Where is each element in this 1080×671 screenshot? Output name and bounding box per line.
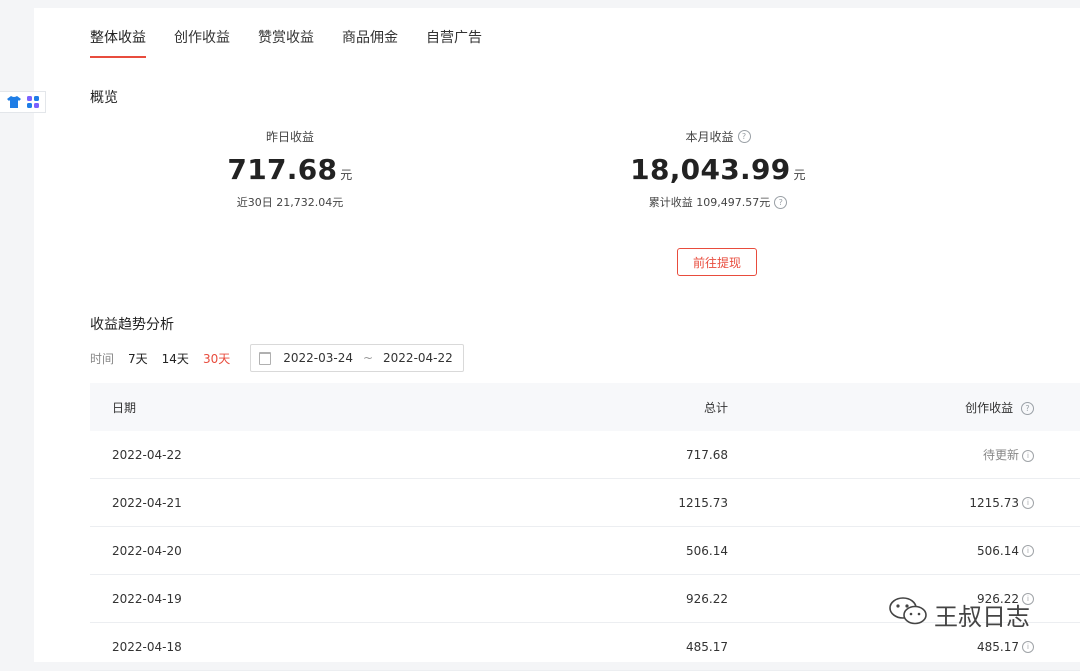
column-header-creation: 创作收益 ? [728, 399, 1034, 416]
month-earnings-card: 本月收益 ? 18,043.99 元 累计收益 109,497.57元 ? [618, 128, 818, 210]
row-total: 717.68 [686, 447, 728, 462]
range-14-days[interactable]: 14天 [162, 350, 189, 367]
apps-grid-icon[interactable] [26, 93, 39, 112]
time-filter: 时间 7天 14天 30天 2022-03-24 ~ 2022-04-22 [90, 344, 465, 372]
row-total: 1215.73 [678, 495, 728, 510]
end-date[interactable]: 2022-04-22 [383, 351, 453, 365]
info-icon[interactable]: i [1022, 497, 1034, 509]
yesterday-earnings-value: 717.68 [227, 153, 338, 186]
row-creation: 506.14 i [728, 544, 1034, 558]
row-creation-value: 1215.73 [969, 495, 1019, 510]
column-header-creation-label: 创作收益 [965, 400, 1014, 415]
cumulative-earnings: 累计收益 109,497.57元 [648, 196, 771, 209]
row-date: 2022-04-20 [112, 543, 182, 558]
row-total: 506.14 [686, 543, 728, 558]
tab-self-ads[interactable]: 自营广告 [426, 28, 482, 58]
table-row: 2022-04-22 717.68 待更新 i [90, 431, 1080, 479]
overview-title: 概览 [90, 90, 118, 106]
date-separator: ~ [362, 351, 374, 365]
row-creation: 待更新 i [728, 446, 1034, 463]
column-header-date: 日期 [112, 400, 137, 415]
time-filter-label: 时间 [90, 351, 115, 366]
start-date[interactable]: 2022-03-24 [283, 351, 353, 365]
help-icon[interactable]: ? [774, 195, 788, 209]
tab-product-commission[interactable]: 商品佣金 [342, 28, 398, 58]
tab-overall-earnings[interactable]: 整体收益 [90, 28, 146, 58]
column-header-total: 总计 [703, 400, 728, 415]
row-creation-value: 506.14 [977, 543, 1019, 558]
table-row: 2022-04-21 1215.73 1215.73 i [90, 479, 1080, 527]
watermark-text: 王叔日志 [934, 602, 1030, 631]
table-header: 日期 总计 创作收益 ? [90, 383, 1080, 431]
row-date: 2022-04-18 [112, 639, 182, 654]
range-30-days[interactable]: 30天 [203, 350, 230, 367]
last-30-days-earnings: 近30日 21,732.04元 [236, 196, 344, 209]
info-icon[interactable]: i [1022, 545, 1034, 557]
help-icon[interactable]: ? [1021, 401, 1034, 415]
tab-bar: 整体收益 创作收益 赞赏收益 商品佣金 自营广告 [90, 28, 510, 58]
tab-creation-earnings[interactable]: 创作收益 [174, 28, 230, 58]
floating-toolbar[interactable] [0, 91, 46, 113]
month-earnings-label: 本月收益 [685, 130, 734, 144]
date-range-picker[interactable]: 2022-03-24 ~ 2022-04-22 [250, 344, 465, 372]
row-date: 2022-04-21 [112, 495, 182, 510]
row-creation: 485.17 i [728, 640, 1034, 654]
trend-analysis-title: 收益趋势分析 [90, 317, 174, 333]
calendar-icon [259, 351, 272, 365]
tab-appreciation-earnings[interactable]: 赞赏收益 [258, 28, 314, 58]
withdraw-button[interactable]: 前往提现 [677, 248, 757, 276]
row-creation-value: 485.17 [977, 639, 1019, 654]
wechat-icon [888, 596, 928, 632]
table-row: 2022-04-20 506.14 506.14 i [90, 527, 1080, 575]
row-creation: 1215.73 i [728, 496, 1034, 510]
tshirt-icon[interactable] [6, 93, 21, 112]
yesterday-earnings-card: 昨日收益 717.68 元 近30日 21,732.04元 [190, 128, 390, 210]
row-total: 926.22 [686, 591, 728, 606]
wechat-watermark: 王叔日志 [888, 596, 1030, 632]
range-7-days[interactable]: 7天 [128, 350, 148, 367]
month-earnings-unit: 元 [793, 168, 806, 182]
help-icon[interactable]: ? [737, 130, 751, 143]
info-icon[interactable]: i [1022, 449, 1034, 462]
info-icon[interactable]: i [1022, 641, 1034, 653]
row-creation-value: 待更新 [982, 448, 1019, 462]
row-date: 2022-04-22 [112, 447, 182, 462]
row-date: 2022-04-19 [112, 591, 182, 606]
earnings-panel: 整体收益 创作收益 赞赏收益 商品佣金 自营广告 概览 昨日收益 717.68 元… [34, 8, 1080, 671]
month-earnings-value: 18,043.99 [630, 153, 791, 186]
row-total: 485.17 [686, 639, 728, 654]
yesterday-earnings-unit: 元 [340, 168, 353, 182]
yesterday-earnings-label: 昨日收益 [265, 130, 314, 144]
